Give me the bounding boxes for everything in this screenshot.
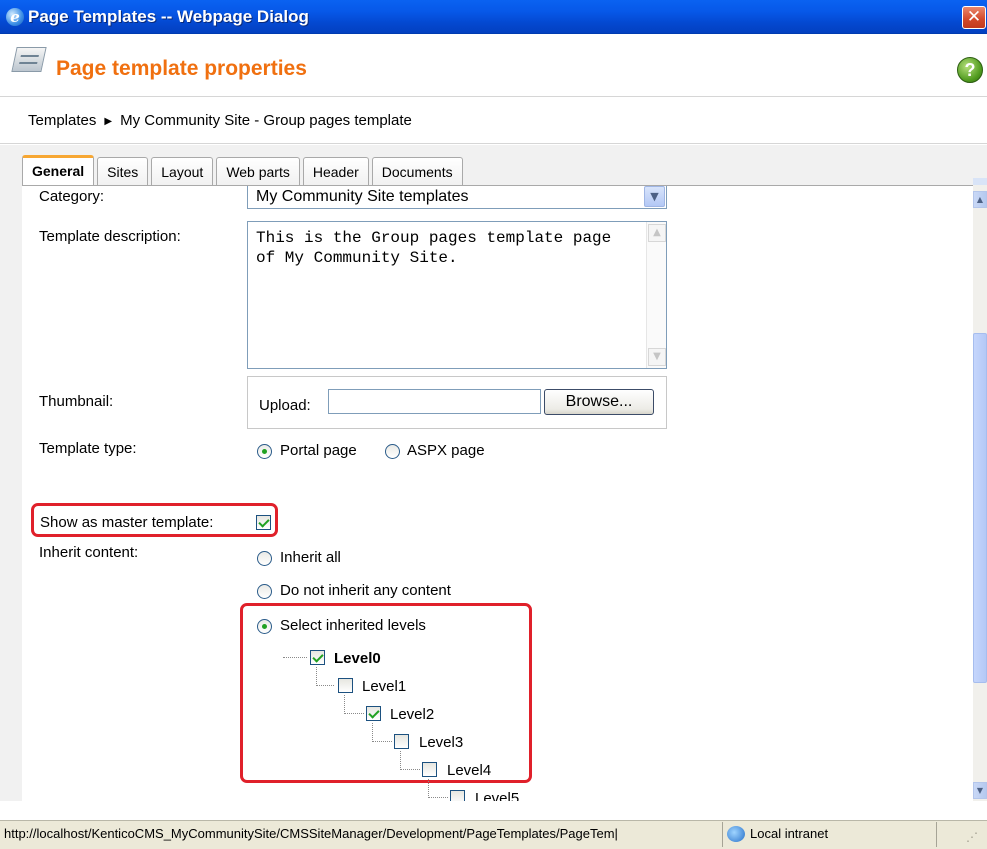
intranet-globe-icon	[727, 826, 745, 842]
scroll-down-icon[interactable]: ▼	[973, 782, 987, 799]
help-icon[interactable]: ?	[957, 57, 983, 83]
tree-connector	[372, 723, 373, 742]
page-properties-icon	[11, 47, 47, 72]
level5-checkbox[interactable]	[450, 790, 465, 801]
category-select[interactable]: My Community Site templates ▼	[247, 186, 667, 209]
thumbnail-box: Upload: Browse...	[247, 376, 667, 429]
window-title: Page Templates -- Webpage Dialog	[28, 7, 309, 26]
tab-general[interactable]: General	[22, 155, 95, 185]
inherit-all-label[interactable]: Inherit all	[280, 549, 341, 567]
status-divider	[936, 822, 937, 847]
tab-sites[interactable]: Sites	[97, 157, 149, 185]
level3-checkbox[interactable]	[394, 734, 409, 749]
level1-checkbox[interactable]	[338, 678, 353, 693]
level4-label[interactable]: Level4	[447, 762, 491, 780]
aspx-page-label[interactable]: ASPX page	[407, 442, 485, 460]
portal-page-label[interactable]: Portal page	[280, 442, 357, 460]
tree-connector	[428, 797, 448, 798]
level4-checkbox[interactable]	[422, 762, 437, 777]
breadcrumb-current: My Community Site - Group pages template	[120, 112, 412, 129]
tab-layout[interactable]: Layout	[151, 157, 214, 185]
chevron-down-icon[interactable]: ▼	[644, 186, 665, 207]
tree-connector	[400, 769, 420, 770]
breadcrumb-link-templates[interactable]: Templates	[28, 112, 96, 129]
breadcrumb-arrow-icon: ▶	[104, 116, 113, 127]
scrollbar-thumb[interactable]	[973, 333, 987, 683]
breadcrumb: Templates ▶ My Community Site - Group page…	[28, 112, 412, 132]
level5-label[interactable]: Level5	[475, 790, 519, 801]
tree-connector	[316, 685, 334, 686]
status-url: http://localhost/KenticoCMS_MyCommunityS…	[4, 826, 618, 841]
tree-connector	[316, 667, 317, 686]
category-label: Category:	[39, 188, 105, 205]
master-template-checkbox[interactable]	[256, 515, 271, 530]
level2-label[interactable]: Level2	[390, 706, 434, 724]
ie-icon: e	[6, 8, 24, 26]
select-levels-radio[interactable]	[257, 619, 272, 634]
description-label: Template description:	[39, 228, 181, 245]
level0-checkbox[interactable]	[310, 650, 325, 665]
tab-web-parts[interactable]: Web parts	[216, 157, 300, 185]
inherit-all-radio[interactable]	[257, 551, 272, 566]
general-form-panel[interactable]: Category: My Community Site templates ▼ …	[22, 185, 973, 801]
portal-page-radio[interactable]	[257, 444, 272, 459]
level3-label[interactable]: Level3	[419, 734, 463, 752]
level0-label[interactable]: Level0	[334, 650, 381, 668]
tree-connector	[344, 695, 345, 714]
thumbnail-label: Thumbnail:	[39, 393, 114, 410]
scroll-up-icon[interactable]: ▲	[648, 224, 666, 242]
resize-grip-icon[interactable]: ⋰	[966, 828, 984, 846]
tree-connector	[400, 751, 401, 770]
tree-connector	[372, 741, 392, 742]
level2-checkbox[interactable]	[366, 706, 381, 721]
security-zone-label: Local intranet	[750, 826, 829, 841]
category-value: My Community Site templates	[256, 188, 469, 205]
select-levels-label[interactable]: Select inherited levels	[280, 617, 426, 635]
tree-connector	[283, 657, 307, 658]
level1-label[interactable]: Level1	[362, 678, 406, 696]
upload-input[interactable]	[328, 389, 541, 414]
description-textarea[interactable]: This is the Group pages template page of…	[247, 221, 667, 369]
browse-button[interactable]: Browse...	[544, 389, 654, 415]
description-scrollbar[interactable]: ▲ ▼	[646, 222, 666, 368]
close-icon: ✕	[966, 7, 982, 27]
scroll-down-icon[interactable]: ▼	[648, 348, 666, 366]
aspx-page-radio[interactable]	[385, 444, 400, 459]
page-title: Page template properties	[56, 57, 307, 80]
status-divider	[722, 822, 723, 847]
tab-header[interactable]: Header	[302, 157, 369, 185]
tab-documents[interactable]: Documents	[371, 157, 463, 185]
inherit-content-label: Inherit content:	[39, 544, 139, 561]
no-inherit-label[interactable]: Do not inherit any content	[280, 582, 451, 600]
tree-connector	[344, 713, 364, 714]
tab-strip: General Sites Layout Web parts Header Do…	[22, 155, 463, 185]
master-template-label: Show as master template:	[40, 514, 214, 531]
close-button[interactable]: ✕	[962, 6, 986, 29]
tree-connector	[428, 779, 429, 798]
upload-label: Upload:	[259, 397, 311, 414]
description-text: This is the Group pages template page of…	[256, 229, 621, 267]
scroll-up-icon[interactable]: ▲	[973, 191, 987, 208]
content-scrollbar[interactable]: ▲ ▼	[973, 185, 987, 801]
no-inherit-radio[interactable]	[257, 584, 272, 599]
template-type-label: Template type:	[39, 440, 137, 457]
